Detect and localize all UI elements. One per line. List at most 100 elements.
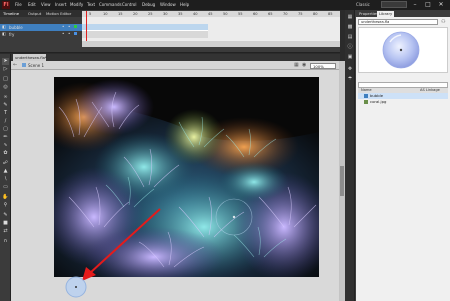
swap-colors-icon[interactable]: ⇄ [2,228,9,235]
zoom-tool-icon[interactable]: ⚲ [2,202,9,209]
code-snippets-icon[interactable]: ❖ [346,66,354,73]
components-panel-icon[interactable]: ☂ [346,76,354,83]
edit-symbols-icon[interactable]: ◉ [302,62,306,68]
layer-row-bubble[interactable]: ◧ bubble • • [0,24,82,31]
frame-number: 80 [313,12,318,16]
frame-number: 5 [89,12,92,16]
zoom-select[interactable]: 100% [310,63,336,69]
frame-number: 65 [268,12,273,16]
menu-edit[interactable]: Edit [28,2,36,7]
pen-tool-icon[interactable]: ✎ [2,102,9,109]
bone-tool-icon[interactable]: ☍ [2,160,9,167]
menu-help[interactable]: Help [180,2,189,7]
pencil-tool-icon[interactable]: ✏ [2,134,9,141]
outline-color-icon[interactable] [74,25,77,28]
transform-panel-icon[interactable]: ▣ [346,54,354,61]
brush-tool-icon[interactable]: ∿ [2,142,9,149]
frame-span-fry[interactable] [82,31,208,38]
edit-scene-icon[interactable]: ▦ [294,62,299,68]
free-transform-tool-icon[interactable]: □ [2,76,9,83]
menu-control[interactable]: Control [122,2,136,7]
frame-number: 75 [298,12,303,16]
menu-debug[interactable]: Debug [142,2,155,7]
subselection-tool-icon[interactable]: ▷ [2,66,9,73]
stroke-color-icon[interactable]: ✎ [2,212,9,219]
layer-icon: ◧ [2,31,6,36]
maximize-icon[interactable]: □ [423,1,433,8]
line-tool-icon[interactable]: ∕ [2,118,9,125]
frame-number: 25 [148,12,153,16]
bitmap-icon [364,100,368,104]
eye-icon[interactable]: • [62,31,64,36]
playhead[interactable] [86,11,87,41]
paint-bucket-tool-icon[interactable]: ▲ [2,168,9,175]
info-panel-icon[interactable]: ⓘ [346,44,354,51]
edit-bar [11,61,340,70]
frame-number: 60 [253,12,258,16]
align-panel-icon[interactable]: ▤ [346,34,354,41]
lasso-tool-icon[interactable]: ∞ [2,94,9,101]
eraser-tool-icon[interactable]: ▭ [2,184,9,191]
layer-row-fry[interactable]: ◧ fry • • [0,31,82,38]
snap-to-objects-icon[interactable]: ∩ [2,238,9,245]
library-item-coral[interactable]: coral.jpg [358,99,448,105]
frame-number: 40 [193,12,198,16]
scene-icon [22,63,26,67]
workspace-switcher[interactable]: Classic [356,2,370,7]
close-icon[interactable]: ✕ [436,1,446,8]
document-tab-bar [11,54,340,61]
movie-clip-icon [364,94,368,98]
scrollbar-thumb[interactable] [340,166,344,196]
frame-number: 50 [223,12,228,16]
annotation-arrow [65,208,161,298]
library-preview [358,27,448,73]
tab-timeline[interactable]: Timeline [3,11,19,16]
help-search-input[interactable] [381,1,407,8]
selection-tool-icon[interactable]: ➤ [2,58,9,65]
minimize-icon[interactable]: – [410,1,420,8]
menu-text[interactable]: Text [87,2,95,7]
tools-panel: ➤ ▷ □ ◎ ∞ ✎ T ∕ ▢ ✏ ∿ ✿ ☍ ▲ ∖ ▭ ✋ ⚲ ✎ ■ … [0,54,11,301]
frame-number: 30 [163,12,168,16]
deco-tool-icon[interactable]: ✿ [2,150,9,157]
library-item-name: coral.jpg [370,99,387,104]
scene-label[interactable]: Scene 1 [28,63,44,68]
eyedropper-tool-icon[interactable]: ∖ [2,176,9,183]
menu-window[interactable]: Window [160,2,176,7]
library-document-select[interactable]: underthesea.fla [358,19,438,25]
lock-icon[interactable]: • [68,24,70,29]
menu-modify[interactable]: Modify [70,2,83,7]
timeline-status-bar [82,41,340,47]
frame-number: 55 [238,12,243,16]
back-arrow-icon[interactable]: ← [13,62,17,68]
3d-rotation-tool-icon[interactable]: ◎ [2,84,9,91]
frame-number: 45 [208,12,213,16]
bubble-preview-image [382,31,420,69]
menu-insert[interactable]: Insert [55,2,66,7]
layer-name: fry [9,32,15,37]
outline-color-icon[interactable] [74,32,77,35]
menu-file[interactable]: File [15,2,22,7]
pin-icon[interactable]: ⚇ [441,19,445,25]
frame-span-bubble[interactable] [82,24,208,31]
layer-icon: ◧ [2,24,6,29]
text-tool-icon[interactable]: T [2,110,9,117]
fill-color-icon[interactable]: ■ [2,220,9,227]
menu-view[interactable]: View [41,2,51,7]
rectangle-tool-icon[interactable]: ▢ [2,126,9,133]
frame-number: 10 [103,12,108,16]
swatches-panel-icon[interactable]: ▩ [346,24,354,31]
eye-icon[interactable]: • [62,24,64,29]
document-tab[interactable]: underthesea.fla* [13,54,47,61]
color-panel-icon[interactable]: ▦ [346,14,354,21]
hand-tool-icon[interactable]: ✋ [2,194,9,201]
frame-number: 15 [118,12,123,16]
tab-motion-editor[interactable]: Motion Editor [46,11,71,16]
tab-output[interactable]: Output [28,11,41,16]
frame-number: 35 [178,12,183,16]
lock-icon[interactable]: • [68,31,70,36]
app-logo: Fl [2,1,10,9]
tab-library[interactable]: Library [377,11,395,17]
frame-number: 70 [283,12,288,16]
menu-commands[interactable]: Commands [99,2,122,7]
